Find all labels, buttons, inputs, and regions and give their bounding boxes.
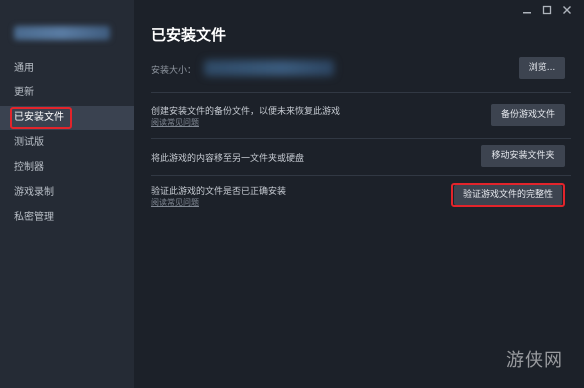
highlight-box-sidebar (10, 107, 72, 129)
faq-link-backup[interactable]: 阅读常见问题 (151, 117, 199, 128)
browse-button[interactable]: 浏览... (519, 57, 565, 79)
backup-game-files-button[interactable]: 备份游戏文件 (491, 104, 565, 126)
faq-link-verify[interactable]: 阅读常见问题 (151, 197, 199, 208)
close-icon[interactable] (562, 5, 572, 18)
page-title: 已安装文件 (151, 26, 227, 44)
backup-description: 创建安装文件的备份文件，以便未来恢复此游戏 (151, 107, 341, 117)
sidebar-item-controller[interactable]: 控制器 (0, 156, 134, 180)
maximize-icon[interactable] (542, 5, 552, 18)
game-title-blurred (14, 26, 110, 40)
sidebar: 通用 更新 已安装文件 测试版 控制器 游戏录制 私密管理 (0, 0, 134, 388)
main-panel: 已安装文件 安装大小： 浏览... 创建安装文件的备份文件，以便未来恢复此游戏 … (134, 0, 584, 388)
move-description: 将此游戏的内容移至另一文件夹或硬盘 (151, 154, 305, 164)
divider (151, 92, 571, 93)
move-install-folder-button[interactable]: 移动安装文件夹 (481, 145, 565, 167)
install-size-value-blurred (204, 60, 334, 76)
sidebar-item-game-recording[interactable]: 游戏录制 (0, 181, 134, 205)
sidebar-item-betas[interactable]: 测试版 (0, 131, 134, 155)
sidebar-item-privacy[interactable]: 私密管理 (0, 206, 134, 230)
verify-description: 验证此游戏的文件是否已正确安装 (151, 187, 287, 197)
divider (151, 175, 571, 176)
highlight-box-verify (451, 183, 565, 207)
divider (151, 138, 571, 139)
minimize-icon[interactable] (522, 5, 532, 18)
install-size-label: 安装大小： (151, 66, 197, 76)
sidebar-item-updates[interactable]: 更新 (0, 81, 134, 105)
watermark: 游侠网 (506, 350, 563, 371)
sidebar-item-general[interactable]: 通用 (0, 57, 134, 81)
